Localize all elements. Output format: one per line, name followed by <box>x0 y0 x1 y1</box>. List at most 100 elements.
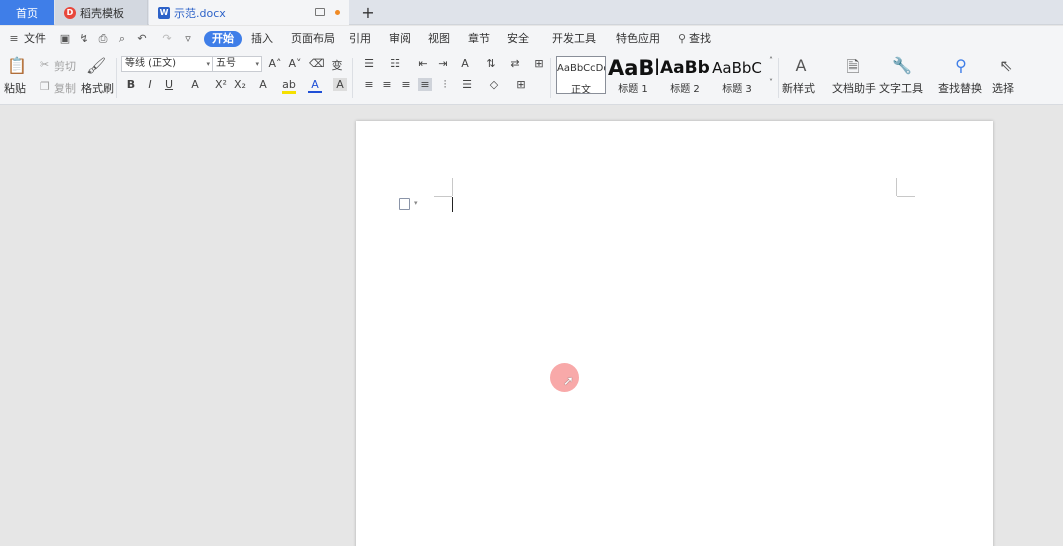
mouse-cursor-icon: ➚ <box>563 374 574 389</box>
menu-search[interactable]: 查找 <box>689 32 711 46</box>
menu-insert[interactable]: 插入 <box>251 32 273 46</box>
align-left-icon[interactable]: ≡ <box>362 78 376 91</box>
line-spacing-icon[interactable]: ☰ <box>460 78 474 91</box>
paste-button[interactable]: 粘贴 <box>4 80 26 96</box>
highlight-icon[interactable]: ab <box>282 78 296 94</box>
paragraph-marks-icon[interactable]: ⇄ <box>508 57 522 70</box>
print-icon[interactable]: ⎙ <box>97 33 109 45</box>
strikethrough-icon[interactable]: A <box>188 78 202 91</box>
align-justify-icon[interactable]: ≡ <box>418 78 432 91</box>
new-style-icon[interactable]: A <box>790 56 812 75</box>
table-border-icon[interactable]: ⊞ <box>532 57 546 70</box>
bullet-list-icon[interactable]: ☰ <box>362 57 376 70</box>
grow-font-icon[interactable]: A˄ <box>268 57 282 70</box>
menu-home[interactable]: 开始 <box>204 31 242 47</box>
tab-home[interactable]: 首页 <box>0 0 54 25</box>
shading-icon[interactable]: ◇ <box>487 78 501 91</box>
tab-template[interactable]: D 稻壳模板 <box>55 0 148 25</box>
align-right-icon[interactable]: ≡ <box>399 78 413 91</box>
decrease-indent-icon[interactable]: ⇤ <box>416 57 430 70</box>
menu-file[interactable]: 文件 <box>24 32 46 46</box>
divider <box>116 58 117 98</box>
doc-assistant-button[interactable]: 文档助手 <box>832 80 876 96</box>
wrench-icon[interactable]: 🔧 <box>891 56 913 75</box>
save-icon[interactable]: ▣ <box>59 33 71 45</box>
style-sample: AaBbCcDd <box>557 63 605 74</box>
tab-document[interactable]: W 示范.docx <box>149 0 349 25</box>
find-replace-button[interactable]: 查找替换 <box>938 80 982 96</box>
unsaved-dot-icon[interactable] <box>335 10 340 15</box>
numbered-list-icon[interactable]: ☷ <box>388 57 402 70</box>
plus-icon: + <box>361 3 375 22</box>
chevron-down-icon: ▾ <box>206 60 210 68</box>
phonetic-icon[interactable]: 变 <box>330 57 344 73</box>
doc-assistant-icon[interactable]: 🗎 <box>842 56 864 83</box>
menu-view[interactable]: 视图 <box>428 32 450 46</box>
copy-icon[interactable]: ❐ <box>40 80 50 93</box>
paragraph-layout-icon[interactable] <box>399 198 410 210</box>
customize-icon[interactable]: ▿ <box>182 33 194 45</box>
style-heading-3[interactable]: AaBbC 标题 3 <box>712 56 762 94</box>
subscript-icon[interactable]: X₂ <box>233 78 247 91</box>
bold-icon[interactable]: B <box>124 78 138 91</box>
cut-button[interactable]: 剪切 <box>54 58 76 74</box>
font-name-select[interactable]: 等线 (正文) ▾ <box>121 56 213 72</box>
text-effect-icon[interactable]: A <box>256 78 270 91</box>
find-replace-icon[interactable]: ⚲ <box>950 56 972 75</box>
print-preview-icon[interactable]: ⌕ <box>116 33 128 45</box>
sort-icon[interactable]: ⇅ <box>484 57 498 70</box>
font-size-select[interactable]: 五号 ▾ <box>212 56 262 72</box>
menu-chapter[interactable]: 章节 <box>468 32 490 46</box>
menu-references[interactable]: 引用 <box>349 32 371 46</box>
font-color-icon[interactable]: A <box>308 78 322 93</box>
text-tools-button[interactable]: 文字工具 <box>879 80 923 96</box>
menu-security[interactable]: 安全 <box>507 32 529 46</box>
menu-developer[interactable]: 开发工具 <box>552 32 596 46</box>
select-pointer-icon[interactable]: ⇖ <box>996 56 1016 75</box>
style-label: 标题 1 <box>618 84 648 94</box>
styles-more-icon[interactable]: ˅ <box>764 78 778 87</box>
copy-button[interactable]: 复制 <box>54 80 76 96</box>
clear-format-icon[interactable]: ⌫ <box>309 57 325 70</box>
italic-icon[interactable]: I <box>143 78 157 91</box>
output-icon[interactable]: ↯ <box>78 33 90 45</box>
select-button[interactable]: 选择 <box>992 80 1014 96</box>
menu-special[interactable]: 特色应用 <box>616 32 660 46</box>
hamburger-icon[interactable]: ≡ <box>8 33 20 45</box>
new-tab-button[interactable]: + <box>357 0 379 25</box>
align-center-icon[interactable]: ≡ <box>380 78 394 91</box>
style-sample: AaBl <box>608 56 658 80</box>
menu-review[interactable]: 审阅 <box>389 32 411 46</box>
style-heading-1[interactable]: AaBl 标题 1 <box>608 56 658 94</box>
chevron-down-icon[interactable]: ▾ <box>414 199 418 207</box>
menu-page-layout[interactable]: 页面布局 <box>291 32 335 46</box>
styles-scroll-up-icon[interactable]: ˄ <box>764 56 778 65</box>
style-heading-2[interactable]: AaBb( 标题 2 <box>660 56 710 94</box>
redo-icon[interactable]: ↷ <box>161 33 173 45</box>
search-icon[interactable]: ⚲ <box>676 33 688 45</box>
monitor-icon[interactable] <box>315 8 325 16</box>
chinese-layout-icon[interactable]: A <box>458 57 472 70</box>
new-style-button[interactable]: 新样式 <box>782 80 815 96</box>
margin-corner-mark <box>896 178 897 196</box>
distribute-icon[interactable]: ⫶ <box>438 78 452 92</box>
increase-indent-icon[interactable]: ⇥ <box>436 57 450 70</box>
paste-icon[interactable]: 📋 <box>7 56 27 75</box>
format-painter-icon[interactable]: 🖌 <box>86 56 106 75</box>
undo-icon[interactable]: ↶ <box>136 33 148 45</box>
docer-logo-icon: D <box>64 6 76 19</box>
borders-icon[interactable]: ⊞ <box>514 78 528 91</box>
style-label: 正文 <box>571 85 591 94</box>
underline-icon[interactable]: U <box>162 78 176 91</box>
style-normal[interactable]: AaBbCcDd 正文 <box>556 56 606 94</box>
format-painter-button[interactable]: 格式刷 <box>81 80 114 96</box>
margin-corner-mark <box>897 196 915 197</box>
margin-corner-mark <box>452 178 453 196</box>
divider <box>550 58 551 98</box>
menu-bar: ≡ 文件 ▣ ↯ ⎙ ⌕ ↶ ↷ ▿ 开始 插入 页面布局 引用 审阅 视图 章… <box>0 26 1063 52</box>
cut-icon[interactable]: ✂ <box>40 58 49 71</box>
shrink-font-icon[interactable]: A˅ <box>288 57 302 70</box>
char-shading-icon[interactable]: A <box>333 78 347 91</box>
superscript-icon[interactable]: X² <box>214 78 228 91</box>
style-label: 标题 2 <box>670 84 700 94</box>
